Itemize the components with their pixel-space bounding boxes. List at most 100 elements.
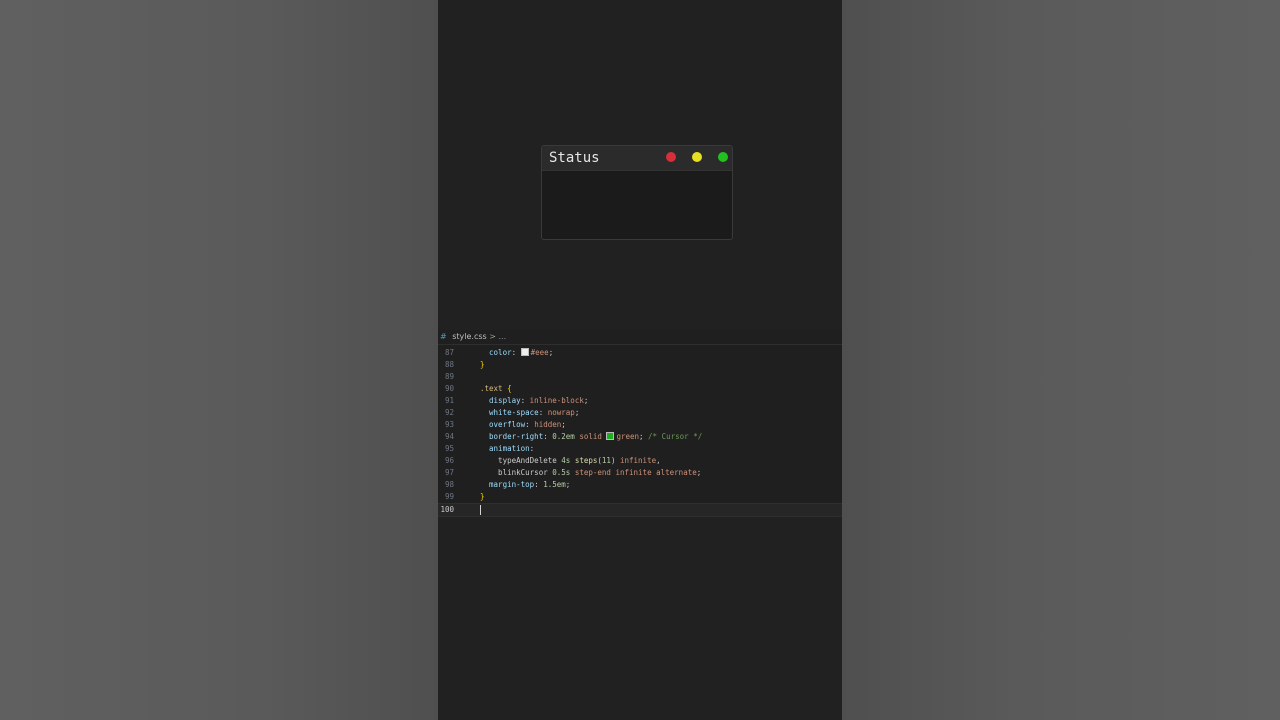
- code-line[interactable]: 93 overflow: hidden;: [438, 419, 842, 431]
- code-token: :: [529, 444, 535, 453]
- code-line[interactable]: 89: [438, 371, 842, 383]
- code-token: ;: [639, 432, 649, 441]
- code-text: typeAndDelete 4s steps(11) infinite,: [480, 455, 661, 467]
- maximize-dot-icon[interactable]: [718, 152, 728, 162]
- code-token: :: [511, 348, 521, 357]
- line-number: 89: [444, 372, 454, 381]
- code-line[interactable]: 90 .text {: [438, 383, 842, 395]
- code-token: 11: [601, 456, 611, 465]
- code-token: 0.2em: [552, 432, 575, 441]
- close-dot-icon[interactable]: [666, 152, 676, 162]
- line-number: 97: [444, 468, 454, 477]
- code-token: ;: [574, 408, 580, 417]
- code-token: }: [480, 492, 485, 501]
- color-swatch-icon[interactable]: [606, 432, 615, 440]
- code-token: white-space: [480, 408, 539, 417]
- status-title: Status: [549, 150, 600, 166]
- code-token: ;: [548, 348, 554, 357]
- code-token: margin-top: [480, 480, 535, 489]
- line-number: 99: [444, 492, 454, 501]
- line-number: 95: [444, 444, 454, 453]
- code-token: border-right: [480, 432, 544, 441]
- line-number: 96: [444, 456, 454, 465]
- code-line[interactable]: 100: [438, 503, 842, 517]
- code-line[interactable]: 88}: [438, 359, 842, 371]
- line-number: 92: [444, 408, 454, 417]
- code-text: overflow: hidden;: [480, 419, 566, 431]
- code-token: :: [520, 396, 530, 405]
- code-token: ;: [561, 420, 566, 429]
- code-token: ): [610, 456, 620, 465]
- code-token: :: [534, 480, 544, 489]
- code-text: blinkCursor 0.5s step-end infinite alter…: [480, 467, 701, 479]
- code-token: ;: [696, 468, 702, 477]
- code-text: .text {: [480, 383, 512, 395]
- code-token: animation: [480, 444, 530, 453]
- code-text: }: [480, 359, 485, 371]
- breadcrumb-file[interactable]: style.css: [452, 332, 486, 341]
- code-token: ;: [565, 480, 571, 489]
- code-token: alternate: [656, 468, 697, 477]
- code-token: 4s: [561, 456, 571, 465]
- code-token: 0.5s: [552, 468, 571, 477]
- code-token: step-end: [574, 468, 611, 477]
- breadcrumb-rest[interactable]: ...: [499, 332, 507, 341]
- code-token: overflow: [480, 420, 526, 429]
- code-line[interactable]: 96 typeAndDelete 4s steps(11) infinite,: [438, 455, 842, 467]
- line-number: 90: [444, 384, 454, 393]
- code-line[interactable]: 98 margin-top: 1.5em;: [438, 479, 842, 491]
- line-number: 93: [444, 420, 454, 429]
- code-line[interactable]: 97 blinkCursor 0.5s step-end infinite al…: [438, 467, 842, 479]
- line-number: 91: [444, 396, 454, 405]
- code-line[interactable]: 92 white-space: nowrap;: [438, 407, 842, 419]
- code-line[interactable]: 91 display: inline-block;: [438, 395, 842, 407]
- code-line[interactable]: 94 border-right: 0.2em solid green; /* C…: [438, 431, 842, 443]
- line-number: 98: [444, 480, 454, 489]
- code-token: ,: [656, 456, 661, 465]
- code-token: color: [480, 348, 512, 357]
- code-token: typeAndDelete: [480, 456, 562, 465]
- code-token: /* Cursor */: [648, 432, 703, 441]
- code-token: infinite: [619, 456, 657, 465]
- status-preview-window: Status: [541, 145, 733, 240]
- left-backdrop: [0, 0, 438, 720]
- status-titlebar: Status: [542, 146, 732, 171]
- code-lines[interactable]: 87 color: #eee; 88} 89 90 .text {91 display:…: [438, 345, 842, 517]
- code-token: :: [538, 408, 548, 417]
- breadcrumb: # style.css > ...: [438, 330, 842, 345]
- code-text: display: inline-block;: [480, 395, 588, 407]
- code-token: steps: [574, 456, 598, 465]
- code-token: nowrap: [547, 408, 575, 417]
- code-token: blinkCursor: [480, 468, 553, 477]
- line-number: 88: [444, 360, 454, 369]
- right-backdrop: [842, 0, 1280, 720]
- code-token: display: [480, 396, 521, 405]
- code-text: color: #eee;: [480, 347, 553, 359]
- code-token: :: [525, 420, 535, 429]
- code-token: .text: [480, 384, 503, 393]
- breadcrumb-separator: >: [489, 332, 496, 341]
- code-token: solid: [579, 432, 602, 441]
- code-token: #eee: [530, 348, 549, 357]
- video-frame: Status # style.css > ... 87 color: #eee;…: [438, 0, 842, 720]
- minimize-dot-icon[interactable]: [692, 152, 702, 162]
- code-token: }: [480, 360, 485, 369]
- code-line[interactable]: 87 color: #eee;: [438, 347, 842, 359]
- code-text: white-space: nowrap;: [480, 407, 579, 419]
- code-line[interactable]: 95 animation:: [438, 443, 842, 455]
- code-text: border-right: 0.2em solid green; /* Curs…: [480, 431, 702, 443]
- code-text: animation:: [480, 443, 534, 455]
- code-token: 1.5em: [543, 480, 566, 489]
- code-token: green: [616, 432, 640, 441]
- code-token: ;: [583, 396, 589, 405]
- code-token: inline-block: [529, 396, 584, 405]
- code-token: :: [543, 432, 553, 441]
- line-number: 87: [444, 348, 454, 357]
- css-file-icon: #: [440, 332, 447, 341]
- code-line[interactable]: 99}: [438, 491, 842, 503]
- code-text: margin-top: 1.5em;: [480, 479, 570, 491]
- code-token: infinite: [615, 468, 652, 477]
- color-swatch-icon[interactable]: [520, 348, 529, 356]
- code-text: }: [480, 491, 485, 503]
- code-editor[interactable]: # style.css > ... 87 color: #eee; 88} 89 90…: [438, 330, 842, 517]
